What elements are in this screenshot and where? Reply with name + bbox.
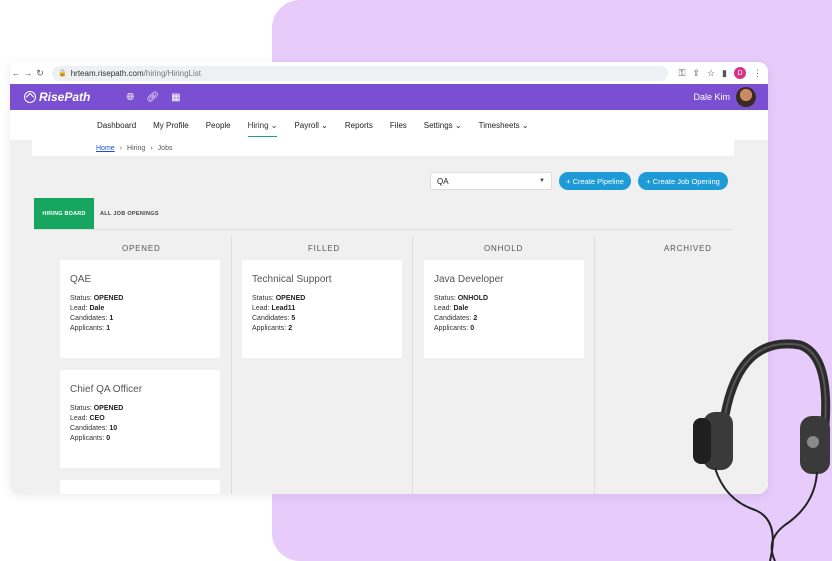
breadcrumb-hiring: Hiring xyxy=(127,144,146,152)
url-host: hrteam.risepath.com xyxy=(70,68,144,78)
nav-timesheets-label: Timesheets xyxy=(478,120,520,130)
forward-arrow-icon[interactable]: → xyxy=(22,68,34,78)
chevron-down-icon: ⌄ xyxy=(321,120,328,130)
job-candidates: Candidates: 2 xyxy=(434,315,478,322)
breadcrumb-jobs: Jobs xyxy=(157,144,173,152)
key-icon[interactable]: ⚿ xyxy=(679,68,686,79)
app-header: RisePath 🌐︎ 🔗︎ ▦ Dale Kim xyxy=(10,84,768,110)
address-bar[interactable]: 🔒 hrteam.risepath.com/hiring/HiringList xyxy=(52,65,668,81)
job-applicants: Applicants: 0 xyxy=(70,435,111,442)
job-card-technical-support[interactable]: Technical Support Status: OPENED Lead: L… xyxy=(242,260,402,358)
browser-actions: ⚿ ⇪ ☆ ▮ D ⋮ xyxy=(679,67,762,79)
job-candidates: Candidates: 5 xyxy=(252,315,296,322)
nav-settings[interactable]: Settings ⌄ xyxy=(424,121,462,130)
link-icon[interactable]: 🔗︎ xyxy=(146,92,159,103)
brand-name: RisePath xyxy=(39,90,91,104)
create-pipeline-button[interactable]: + Create Pipeline xyxy=(559,172,631,190)
create-job-opening-button[interactable]: + Create Job Opening xyxy=(638,172,728,190)
breadcrumb: Home › Hiring › Jobs xyxy=(32,140,734,156)
job-status: Status: OPENED xyxy=(70,405,124,412)
apps-grid-icon[interactable]: ▦ xyxy=(171,92,180,103)
nav-people[interactable]: People xyxy=(206,121,231,130)
header-icons: 🌐︎ 🔗︎ ▦ xyxy=(126,92,180,103)
column-divider xyxy=(231,236,232,494)
star-icon[interactable]: ☆ xyxy=(707,68,715,79)
tab-hiring-board[interactable]: HIRING BOARD xyxy=(34,198,94,229)
breadcrumb-separator: › xyxy=(119,144,123,152)
chevron-down-icon: ⌄ xyxy=(270,121,278,130)
job-status: Status: OPENED xyxy=(252,295,306,302)
nav-payroll-label: Payroll xyxy=(294,120,319,130)
pipeline-select-value: QA xyxy=(437,176,449,186)
job-card-java-developer[interactable]: Java Developer Status: ONHOLD Lead: Dale… xyxy=(424,260,584,358)
nav-settings-label: Settings xyxy=(423,120,453,130)
job-candidates: Candidates: 10 xyxy=(70,425,118,432)
nav-reports[interactable]: Reports xyxy=(345,121,373,130)
nav-timesheets[interactable]: Timesheets ⌄ xyxy=(479,121,529,130)
nav-files[interactable]: Files xyxy=(390,121,407,130)
nav-payroll[interactable]: Payroll ⌄ xyxy=(294,121,327,130)
user-avatar xyxy=(736,87,756,107)
nav-hiring-label: Hiring xyxy=(247,121,269,130)
job-title: Chief QA Officer xyxy=(70,384,143,395)
job-status: Status: ONHOLD xyxy=(434,295,489,302)
tab-all-job-openings[interactable]: ALL JOB OPENINGS xyxy=(100,211,159,217)
logo-icon xyxy=(24,91,36,103)
column-header-opened: OPENED xyxy=(122,244,161,253)
job-candidates: Candidates: 1 xyxy=(70,315,114,322)
column-divider xyxy=(412,236,413,494)
chevron-down-icon: ⌄ xyxy=(521,120,529,130)
back-arrow-icon[interactable]: ← xyxy=(10,68,22,78)
reload-icon[interactable]: ↻ xyxy=(34,68,46,79)
tabs-divider xyxy=(34,229,732,230)
sidebar-icon[interactable]: ▮ xyxy=(722,68,727,79)
column-header-archived: ARCHIVED xyxy=(664,244,712,253)
lock-icon: 🔒 xyxy=(58,70,67,77)
globe-icon[interactable]: 🌐︎ xyxy=(126,92,134,103)
user-name: Dale Kim xyxy=(693,92,730,102)
column-header-onhold: ONHOLD xyxy=(484,244,524,253)
main-nav: Dashboard My Profile People Hiring ⌄ Pay… xyxy=(10,110,768,140)
job-lead: Lead: CEO xyxy=(70,415,105,422)
column-divider xyxy=(594,236,595,494)
main-content: Home › Hiring › Jobs QA ▼ + Create Pipel… xyxy=(10,140,768,494)
pipeline-select[interactable]: QA ▼ xyxy=(430,172,552,190)
risepath-logo[interactable]: RisePath xyxy=(24,90,90,104)
job-applicants: Applicants: 0 xyxy=(434,325,475,332)
breadcrumb-home[interactable]: Home xyxy=(96,145,115,152)
job-applicants: Applicants: 2 xyxy=(252,325,293,332)
more-menu-icon[interactable]: ⋮ xyxy=(753,68,762,79)
job-title: QAE xyxy=(70,274,92,285)
chevron-down-icon: ⌄ xyxy=(454,120,462,130)
job-title: Technical Support xyxy=(252,274,332,285)
job-lead: Lead: Dale xyxy=(434,305,469,312)
nav-dashboard[interactable]: Dashboard xyxy=(97,121,136,130)
column-header-filled: FILLED xyxy=(308,244,340,253)
share-icon[interactable]: ⇪ xyxy=(692,68,700,79)
job-card-qae[interactable]: QAE Status: OPENED Lead: Dale Candidates… xyxy=(60,260,220,358)
nav-my-profile[interactable]: My Profile xyxy=(153,121,189,130)
profile-avatar[interactable]: D xyxy=(734,67,746,79)
board-tabs: HIRING BOARD ALL JOB OPENINGS xyxy=(34,198,159,229)
job-applicants: Applicants: 1 xyxy=(70,325,111,332)
nav-hiring[interactable]: Hiring ⌄ xyxy=(247,121,278,137)
url-path: /hiring/HiringList xyxy=(143,68,201,78)
job-card-chief-qa-officer[interactable]: Chief QA Officer Status: OPENED Lead: CE… xyxy=(60,370,220,468)
stage: ← → ↻ 🔒 hrteam.risepath.com/hiring/Hirin… xyxy=(0,0,832,561)
job-lead: Lead: Lead11 xyxy=(252,305,296,312)
caret-down-icon: ▼ xyxy=(539,178,545,184)
job-card-partial[interactable] xyxy=(60,480,220,494)
job-lead: Lead: Dale xyxy=(70,305,105,312)
breadcrumb-separator: › xyxy=(150,144,153,152)
job-title: Java Developer xyxy=(434,274,504,285)
headphones-illustration xyxy=(693,339,831,561)
user-menu[interactable]: Dale Kim xyxy=(693,87,756,107)
browser-window: ← → ↻ 🔒 hrteam.risepath.com/hiring/Hirin… xyxy=(10,62,768,494)
browser-toolbar: ← → ↻ 🔒 hrteam.risepath.com/hiring/Hirin… xyxy=(10,62,768,84)
job-status: Status: OPENED xyxy=(70,295,124,302)
